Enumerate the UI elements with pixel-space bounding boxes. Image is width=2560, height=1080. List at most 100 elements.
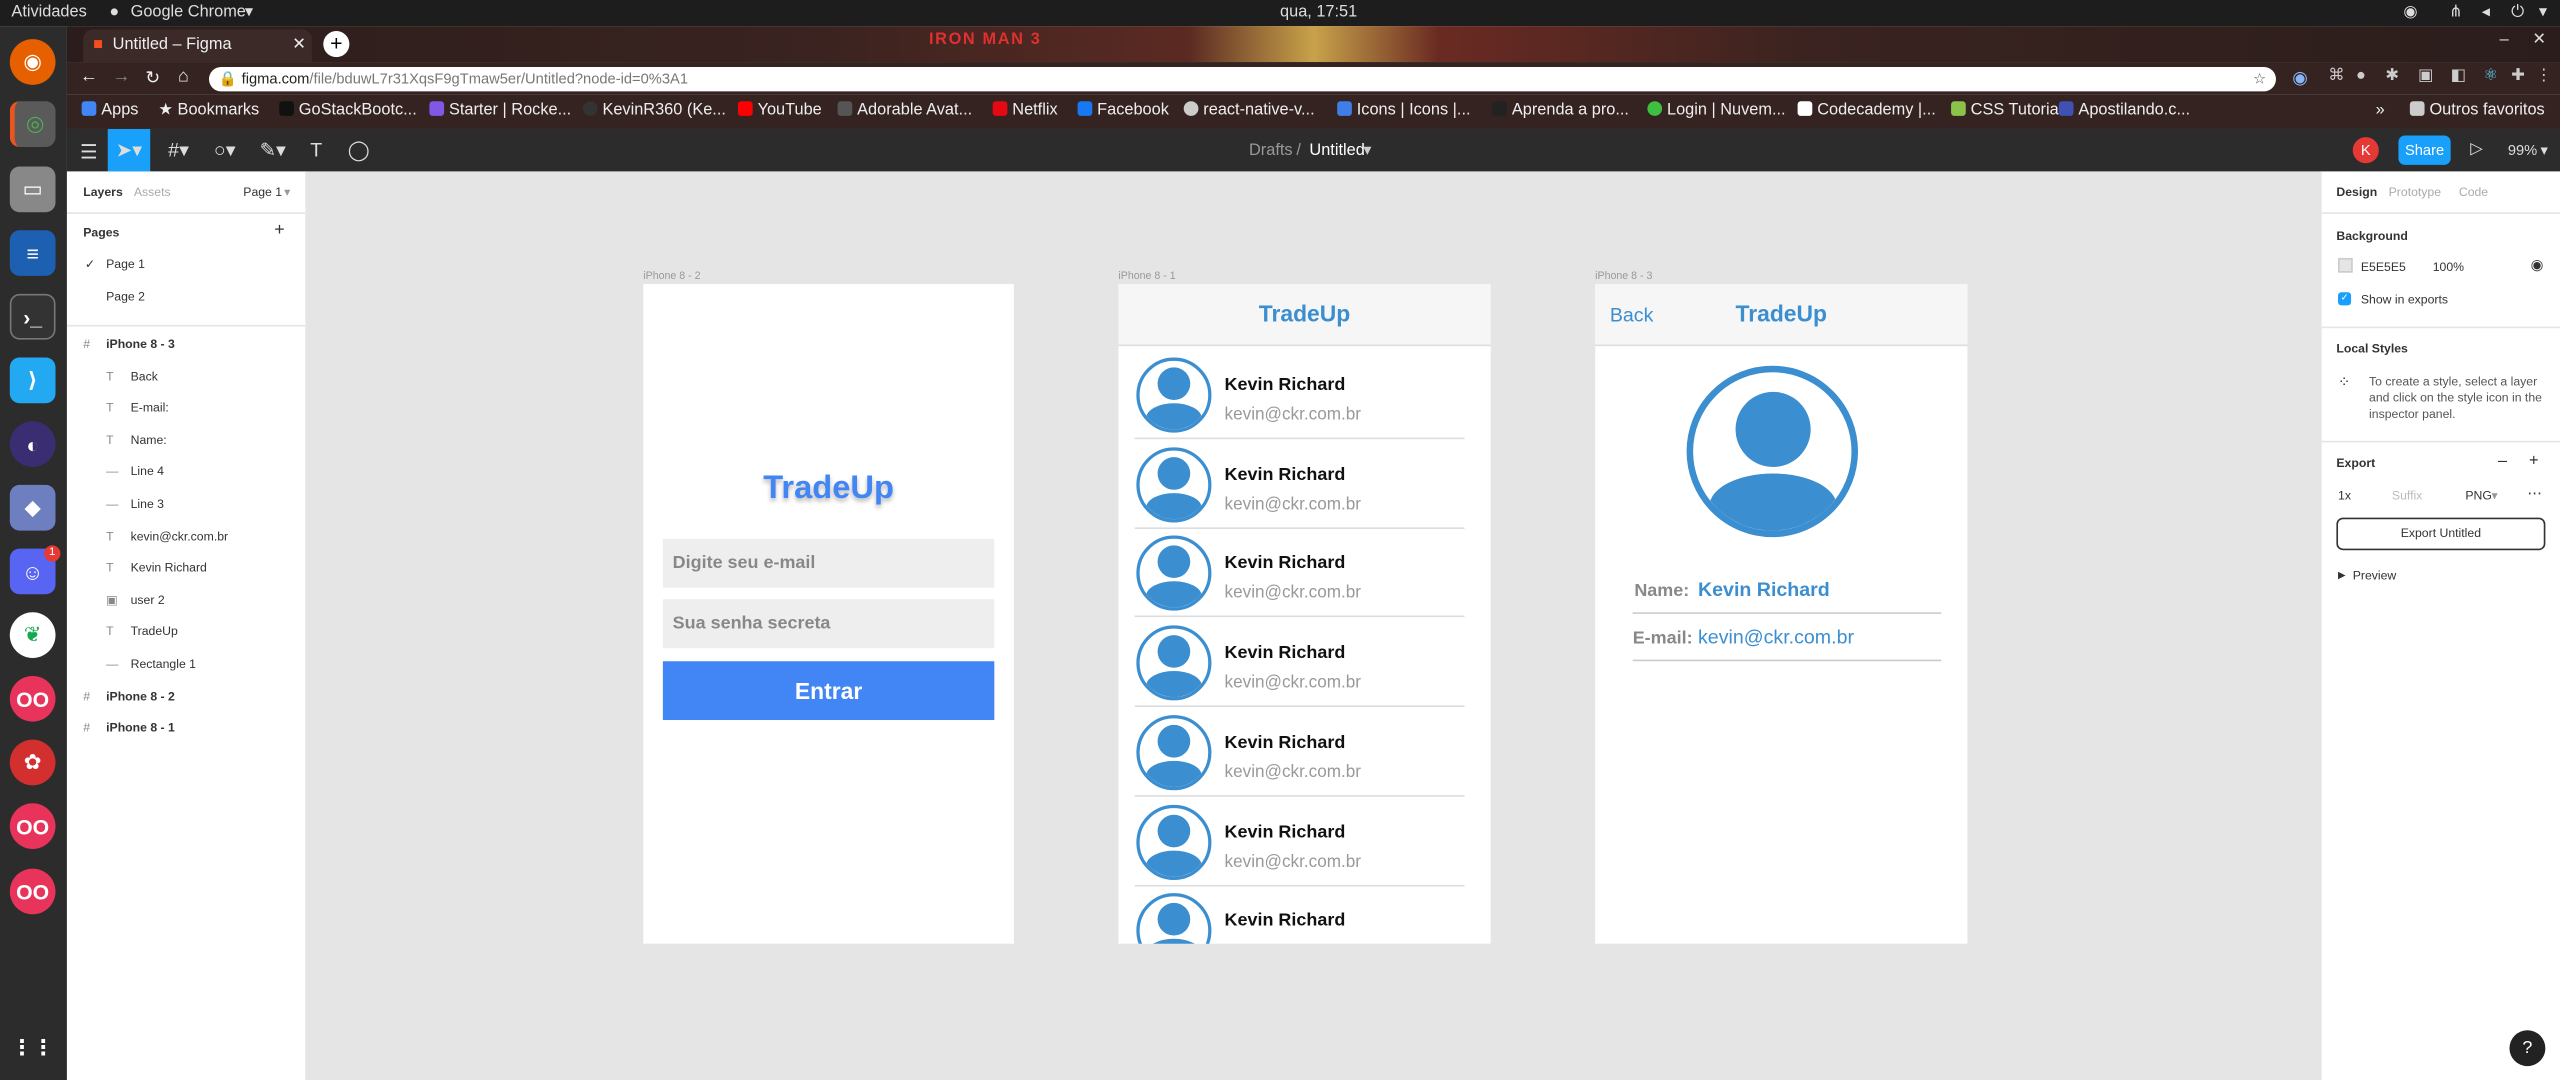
address-bar[interactable]: 🔒 figma.com/file/bduwL7r31XqsF9gTmaw5er/… xyxy=(208,66,2276,92)
files-icon[interactable]: ▭ xyxy=(9,166,56,213)
terminal-icon[interactable]: ›_ xyxy=(9,293,56,340)
bookmark-item[interactable]: Starter | Rocke... xyxy=(429,101,571,119)
bookmark-bookmarks[interactable]: ★ Bookmarks xyxy=(158,101,259,119)
more-bookmarks-icon[interactable]: » xyxy=(2376,101,2385,119)
layer-item[interactable]: — Line 4 xyxy=(67,458,305,487)
forward-icon[interactable]: → xyxy=(113,67,131,87)
more-options-icon[interactable]: ⋯ xyxy=(2527,485,2542,503)
bookmark-item[interactable]: Login | Nuvem... xyxy=(1647,101,1786,119)
breadcrumb-drafts[interactable]: Drafts xyxy=(1249,142,1293,160)
bookmark-item[interactable]: YouTube xyxy=(737,101,822,119)
extension-icon[interactable]: ◧ xyxy=(2451,67,2466,85)
translate-icon[interactable]: ◉ xyxy=(2292,67,2308,89)
eclipse-icon[interactable]: ◐ xyxy=(9,421,56,467)
chevron-down-icon[interactable]: ▾ xyxy=(284,184,290,199)
hamburger-menu-icon[interactable]: ☰ xyxy=(80,140,98,163)
vscode-icon[interactable]: ⟩ xyxy=(9,357,56,404)
layer-item[interactable]: T Name: xyxy=(67,426,305,455)
bookmark-item[interactable]: Icons | Icons |... xyxy=(1337,101,1471,119)
export-scale[interactable]: 1x xyxy=(2338,488,2351,503)
layer-item[interactable]: T Back xyxy=(67,362,305,391)
tab-prototype[interactable]: Prototype xyxy=(2389,184,2441,199)
eye-icon[interactable]: ◉ xyxy=(2531,256,2544,274)
list-frame[interactable]: TradeUp Kevin Richard kevin@ckr.com.br Kev… xyxy=(1118,284,1491,944)
list-item[interactable]: Kevin Richard xyxy=(1135,885,1465,944)
login-button[interactable]: Entrar xyxy=(662,661,995,721)
list-item[interactable]: Kevin Richard kevin@ckr.com.br xyxy=(1134,528,1465,618)
bookmark-item[interactable]: Codecademy |... xyxy=(1797,101,1936,119)
tab-code[interactable]: Code xyxy=(2459,184,2488,199)
bookmark-item[interactable]: Facebook xyxy=(1077,101,1169,119)
shape-tool-icon[interactable]: ○▾ xyxy=(214,139,236,162)
layer-item[interactable]: ▣ user 2 xyxy=(67,586,305,615)
frame-label[interactable]: iPhone 8 - 1 xyxy=(1118,271,1175,282)
tab-layers[interactable]: Layers xyxy=(83,184,122,199)
bookmark-item[interactable]: KevinR360 (Ke... xyxy=(582,101,726,119)
export-format[interactable]: PNG xyxy=(2465,488,2492,503)
home-icon[interactable]: ⌂ xyxy=(178,67,189,87)
layer-item[interactable]: # iPhone 8 - 2 xyxy=(67,682,305,711)
react-devtools-icon[interactable]: ⚛ xyxy=(2483,67,2498,85)
page-select[interactable]: Page 1 xyxy=(243,184,282,199)
page-item-2[interactable]: Page 2 xyxy=(106,289,145,304)
bookmark-item[interactable]: CSS Tutorial xyxy=(1951,101,2062,119)
back-icon[interactable]: ← xyxy=(80,67,98,87)
chevron-down-icon[interactable]: ▾ xyxy=(1363,142,1371,160)
app-icon[interactable]: OO xyxy=(9,675,56,722)
present-icon[interactable]: ▷ xyxy=(2470,140,2483,158)
clock[interactable]: qua, 17:51 xyxy=(1280,3,1357,21)
app-icon[interactable]: OO xyxy=(9,868,56,915)
layer-item[interactable]: T Kevin Richard xyxy=(67,554,305,583)
bookmark-item[interactable]: Apostilando.c... xyxy=(2058,101,2190,119)
bookmark-apps[interactable]: Apps xyxy=(81,101,138,119)
show-apps-icon[interactable]: ⋮⋮ xyxy=(10,1025,56,1071)
file-name[interactable]: Untitled xyxy=(1309,142,1364,160)
list-item[interactable]: Kevin Richard kevin@ckr.com.br xyxy=(1134,796,1465,886)
close-window-icon[interactable]: ✕ xyxy=(2532,31,2546,49)
tab-figma[interactable]: ■ Untitled – Figma ✕ xyxy=(83,29,312,63)
bookmark-item[interactable]: Adorable Avat... xyxy=(837,101,972,119)
network-icon[interactable]: ⋔ xyxy=(2449,3,2463,21)
menu-icon[interactable]: ⋮ xyxy=(2536,67,2552,85)
chevron-down-icon[interactable]: ▾ xyxy=(2539,3,2547,21)
comment-tool-icon[interactable]: ◯ xyxy=(348,139,370,162)
password-field[interactable]: Sua senha secreta xyxy=(662,599,995,649)
layer-item[interactable]: # iPhone 8 - 3 xyxy=(67,330,305,359)
frame-tool-icon[interactable]: #▾ xyxy=(168,139,189,162)
share-button[interactable]: Share xyxy=(2398,135,2451,165)
tab-assets[interactable]: Assets xyxy=(134,184,171,199)
discord-tray-icon[interactable]: ◉ xyxy=(2403,3,2417,21)
list-item[interactable]: Kevin Richard kevin@ckr.com.br xyxy=(1134,707,1465,797)
login-frame[interactable]: TradeUp Digite seu e-mail Sua senha secr… xyxy=(643,284,1014,944)
list-item[interactable]: Kevin Richard kevin@ckr.com.br xyxy=(1134,349,1465,440)
caret-right-icon[interactable]: ▶ xyxy=(2338,570,2346,581)
text-tool-icon[interactable]: T xyxy=(310,139,322,162)
settings-icon[interactable]: ✿ xyxy=(9,739,56,786)
pen-tool-icon[interactable]: ✎▾ xyxy=(260,139,286,162)
export-suffix[interactable]: Suffix xyxy=(2392,488,2422,503)
new-tab-button[interactable]: + xyxy=(323,31,350,58)
bookmark-item[interactable]: Aprenda a pro... xyxy=(1492,101,1629,119)
layer-item[interactable]: Tkevin@ckr.com.br xyxy=(67,522,305,551)
other-bookmarks[interactable]: Outros favoritos xyxy=(2409,101,2545,119)
list-item[interactable]: Kevin Richard kevin@ckr.com.br xyxy=(1134,617,1465,708)
layer-item[interactable]: T TradeUp xyxy=(67,618,305,647)
app-menu[interactable]: Google Chrome xyxy=(131,3,246,21)
extension-icon[interactable]: ⌘ xyxy=(2328,67,2344,85)
checkbox-icon[interactable]: ✓ xyxy=(2338,292,2352,306)
remove-export-button[interactable]: – xyxy=(2498,452,2507,470)
bookmark-item[interactable]: Netflix xyxy=(992,101,1058,119)
bookmark-item[interactable]: react-native-v... xyxy=(1183,101,1315,119)
activities-button[interactable]: Atividades xyxy=(11,3,86,21)
color-swatch[interactable] xyxy=(2338,257,2353,273)
layer-item[interactable]: T E-mail: xyxy=(67,394,305,423)
close-icon[interactable]: ✕ xyxy=(292,36,306,54)
zoom-level[interactable]: 99% xyxy=(2508,142,2537,158)
canvas[interactable]: iPhone 8 - 2 TradeUp Digite seu e-mail S… xyxy=(306,171,2321,1080)
layer-item[interactable]: — Line 3 xyxy=(67,490,305,519)
insomnia-icon[interactable]: ◆ xyxy=(9,484,56,531)
move-tool-icon[interactable]: ➤▾ xyxy=(107,128,151,172)
preview-toggle[interactable]: Preview xyxy=(2353,568,2397,583)
tab-design[interactable]: Design xyxy=(2336,184,2377,199)
layer-item[interactable]: # iPhone 8 - 1 xyxy=(67,714,305,743)
